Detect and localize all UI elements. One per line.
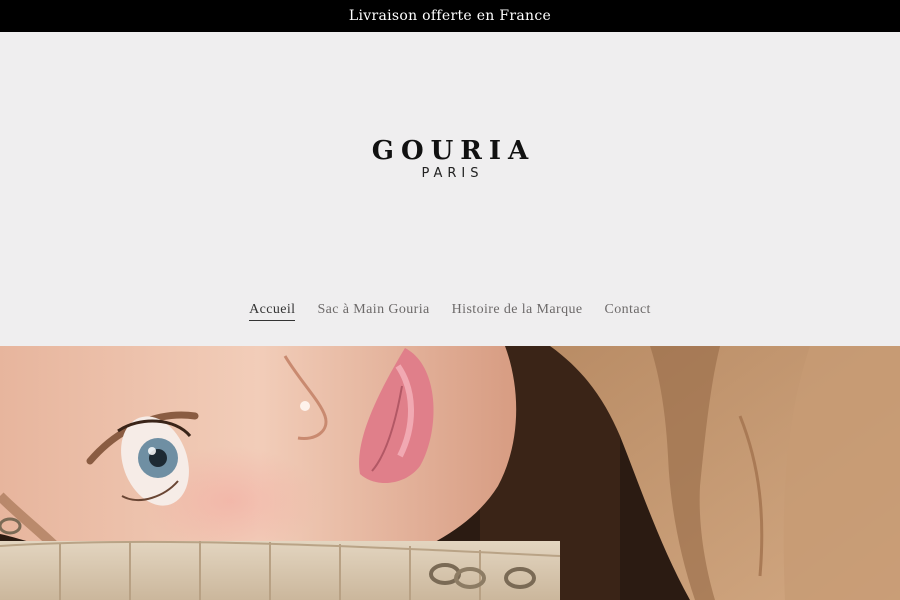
site-header: GOURIA PARIS Accueil Sac à Main Gouria H… bbox=[0, 32, 900, 346]
announcement-text: Livraison offerte en France bbox=[348, 8, 552, 24]
nav-item-histoire[interactable]: Histoire de la Marque bbox=[452, 302, 583, 321]
hero-image bbox=[0, 346, 900, 600]
logo-subtitle: PARIS bbox=[421, 166, 484, 181]
nav-item-sac-a-main[interactable]: Sac à Main Gouria bbox=[317, 302, 429, 321]
announcement-bar: Livraison offerte en France bbox=[0, 0, 900, 32]
nav-item-accueil[interactable]: Accueil bbox=[249, 302, 296, 321]
brand-logo[interactable]: GOURIA PARIS bbox=[0, 136, 900, 182]
nav-item-contact[interactable]: Contact bbox=[605, 302, 651, 321]
logo-wordmark: GOURIA bbox=[371, 136, 536, 166]
main-navigation: Accueil Sac à Main Gouria Histoire de la… bbox=[0, 302, 900, 321]
hero-banner bbox=[0, 346, 900, 600]
